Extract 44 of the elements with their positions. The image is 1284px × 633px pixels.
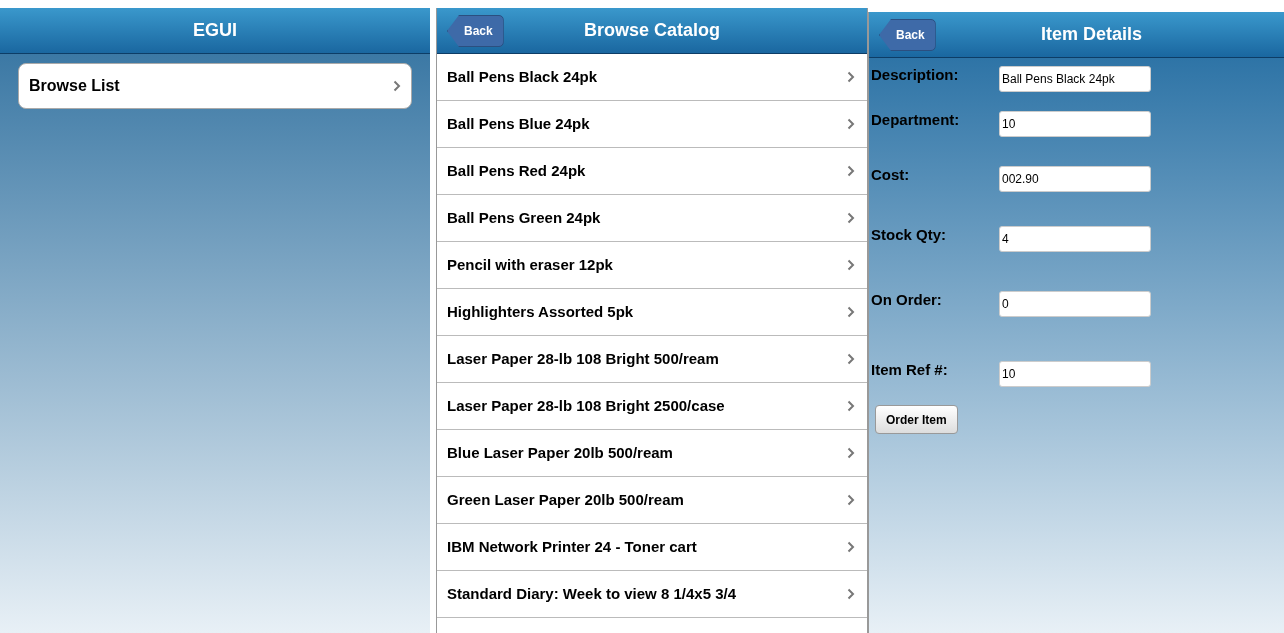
title: Item Details [1040, 23, 1142, 46]
chevron-right-icon [847, 306, 855, 318]
text-field[interactable]: 0 [999, 291, 1151, 317]
chevron-right-icon [847, 541, 855, 553]
chevron-right-icon [847, 259, 855, 271]
list-item[interactable]: Ball Pens Red 24pk [437, 148, 867, 195]
chevron-right-icon [847, 212, 855, 224]
list-item[interactable]: Highlighters Assorted 5pk [437, 289, 867, 336]
field-label: Department: [871, 110, 961, 130]
list-item[interactable]: Ball Pens Black 24pk [437, 54, 867, 101]
field-label: Item Ref #: [871, 360, 949, 380]
chevron-right-icon [847, 494, 855, 506]
text-field[interactable]: 4 [999, 226, 1151, 252]
text-field[interactable]: Ball Pens Black 24pk [999, 66, 1151, 92]
list-item[interactable]: Pencil with eraser 12pk [437, 242, 867, 289]
text-field[interactable]: 10 [999, 361, 1151, 387]
order-item-button[interactable]: Order Item [875, 405, 958, 434]
list-item[interactable]: Standard Diary: Week to view 8 1/4x5 3/4 [437, 571, 867, 618]
chevron-right-icon [847, 353, 855, 365]
list-item[interactable]: Ball Pens Blue 24pk [437, 101, 867, 148]
chevron-right-icon [847, 447, 855, 459]
list-item[interactable]: Green Laser Paper 20lb 500/ream [437, 477, 867, 524]
field-label: On Order: [871, 290, 943, 310]
title: EGUI [193, 19, 237, 42]
field-label: Description: [871, 65, 960, 85]
list-item[interactable]: Laser Paper 28-lb 108 Bright 2500/case [437, 383, 867, 430]
chevron-right-icon [393, 80, 401, 92]
text-field[interactable]: 10 [999, 111, 1151, 137]
back-button[interactable]: Back [447, 15, 504, 47]
chevron-right-icon [847, 71, 855, 83]
chevron-right-icon [847, 165, 855, 177]
text-field[interactable]: 002.90 [999, 166, 1151, 192]
title: Browse Catalog [584, 19, 720, 42]
field-label: Cost: [871, 165, 911, 185]
list-item[interactable]: Laser Paper 28-lb 108 Bright 500/ream [437, 336, 867, 383]
chevron-right-icon [847, 118, 855, 130]
list-item[interactable]: Ball Pens Green 24pk [437, 195, 867, 242]
back-button[interactable]: Back [879, 19, 936, 51]
menu-item[interactable]: Browse List [18, 63, 412, 109]
list-item[interactable]: IBM Network Printer 24 - Toner cart [437, 524, 867, 571]
chevron-right-icon [847, 588, 855, 600]
field-label: Stock Qty: [871, 225, 947, 245]
list-item[interactable]: Blue Laser Paper 20lb 500/ream [437, 430, 867, 477]
chevron-right-icon [847, 400, 855, 412]
